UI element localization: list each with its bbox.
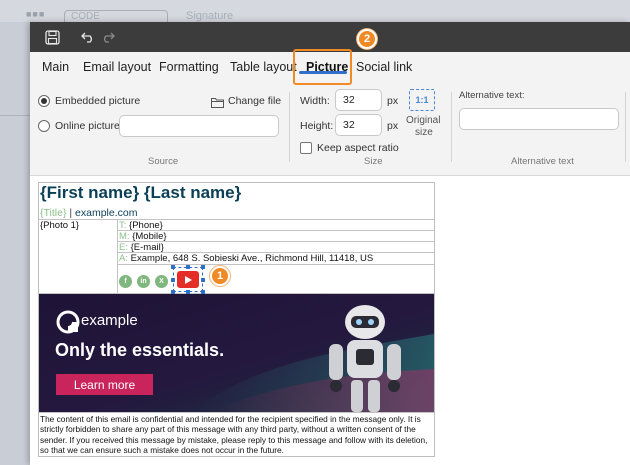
change-file-button[interactable]: Change file [228,95,281,107]
table-divider [39,219,434,220]
phone-value[interactable]: {Phone} [129,220,163,231]
signature-name[interactable]: {First name} {Last name} [40,183,241,203]
original-size-label[interactable]: Original [406,115,440,126]
original-size-label-2[interactable]: size [415,127,433,138]
tab-email-layout[interactable]: Email layout [83,60,151,74]
redo-icon[interactable] [100,29,116,45]
embedded-picture-radio[interactable] [38,95,50,107]
size-group-label: Size [364,156,383,167]
callout-badge-1: 1 [210,266,230,286]
signature-editor-window: Main Email layout Formatting Table layou… [30,22,630,465]
tab-social-link[interactable]: Social link [356,60,412,74]
width-label: Width: [300,95,330,107]
background-window-title: Signature [186,10,234,22]
resize-handle[interactable] [171,278,175,282]
signature-title-row: {Title} | example.com [40,207,137,219]
folder-icon[interactable] [211,95,224,113]
background-app-sidebar [0,22,30,465]
x-icon[interactable]: X [155,275,168,288]
signature-title[interactable]: {Title} [40,207,66,219]
mobile-key: M: [119,231,130,242]
mobile-value[interactable]: {Mobile} [132,231,166,242]
original-size-icon[interactable]: 1:1 [409,89,435,111]
group-divider [451,92,452,162]
editor-titlebar [30,22,630,52]
signature-preview: {First name} {Last name} {Title} | examp… [30,177,630,465]
resize-handle[interactable] [171,265,175,269]
phone-key: T: [119,220,127,231]
online-picture-label: Online picture: [55,120,123,132]
picture-ribbon: Embedded picture Change file Online pict… [30,84,630,176]
email-value[interactable]: {E-mail} [131,242,164,253]
signature-disclaimer[interactable]: The content of this email is confidentia… [40,414,434,456]
facebook-icon[interactable]: f [119,275,132,288]
linkedin-icon[interactable]: in [137,275,150,288]
callout-badge-2: 2 [357,29,377,49]
tab-table-layout[interactable]: Table layout [230,60,297,74]
alt-text-group-label: Alternative text [511,156,574,167]
resize-handle[interactable] [186,265,190,269]
group-divider [625,92,626,162]
email-key: E: [119,242,128,253]
picture-tab-highlight [293,49,352,85]
address-key: A: [119,253,128,264]
banner-learn-more-button[interactable]: Learn more [56,374,153,395]
signature-website[interactable]: example.com [75,207,137,219]
address-row: A: Example, 648 S. Sobieski Ave., Richmo… [119,253,373,264]
tab-formatting[interactable]: Formatting [159,60,219,74]
height-label: Height: [300,120,334,132]
tab-main[interactable]: Main [42,60,69,74]
online-picture-radio[interactable] [38,120,50,132]
app-menu-icon: ■■■ [26,9,46,19]
embedded-picture-label: Embedded picture [55,95,141,107]
width-unit: px [387,95,399,107]
save-icon[interactable] [44,29,60,45]
alt-text-input[interactable] [459,108,619,130]
source-group-label: Source [148,156,179,167]
email-row: E: {E-mail} [119,242,164,253]
address-value[interactable]: Example, 648 S. Sobieski Ave., Richmond … [131,253,374,264]
alt-text-label: Alternative text: [459,90,525,101]
resize-handle[interactable] [201,278,205,282]
keep-aspect-ratio-checkbox[interactable] [300,142,312,154]
table-divider [39,412,434,413]
title-separator: | [66,207,76,219]
width-input[interactable]: 32 [335,89,382,111]
photo-placeholder[interactable]: {Photo 1} [40,220,79,231]
undo-icon[interactable] [80,29,96,45]
signature-table: {First name} {Last name} {Title} | examp… [38,182,435,457]
height-input[interactable]: 32 [335,114,382,136]
table-divider [117,264,434,265]
mobile-row: M: {Mobile} [119,231,167,242]
signature-banner[interactable]: example Only the essentials. Learn more [39,294,434,412]
banner-tagline: Only the essentials. [55,340,225,360]
height-unit: px [387,120,399,132]
group-divider [289,92,290,162]
image-selection-box [173,267,203,292]
keep-aspect-ratio-label: Keep aspect ratio [317,142,399,154]
background-app-header: ■■■ CODE Signature [0,0,630,23]
resize-handle[interactable] [201,265,205,269]
phone-row: T: {Phone} [119,220,163,231]
online-picture-url-input[interactable] [119,115,279,137]
banner-logo-text: example [81,312,138,329]
